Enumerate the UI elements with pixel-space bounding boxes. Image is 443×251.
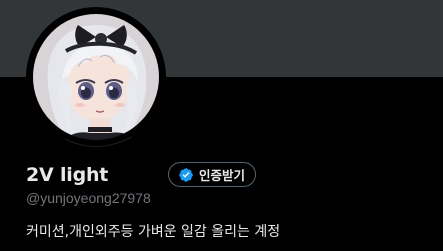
display-name-row: 2V light [26, 162, 108, 188]
profile-header: 2V light 인증받기 @yunjoyeong27978 커미션,개인외주등… [0, 0, 443, 251]
user-handle: @yunjoyeong27978 [26, 190, 151, 206]
verified-badge-icon [179, 167, 193, 182]
get-verified-button[interactable]: 인증받기 [168, 162, 257, 187]
profile-bio: 커미션,개인외주등 가벼운 일감 올리는 계정 [26, 224, 281, 240]
get-verified-label: 인증받기 [199, 168, 246, 183]
profile-avatar[interactable] [26, 7, 166, 147]
display-name: 2V light [26, 164, 109, 186]
anime-avatar-image [27, 8, 165, 147]
